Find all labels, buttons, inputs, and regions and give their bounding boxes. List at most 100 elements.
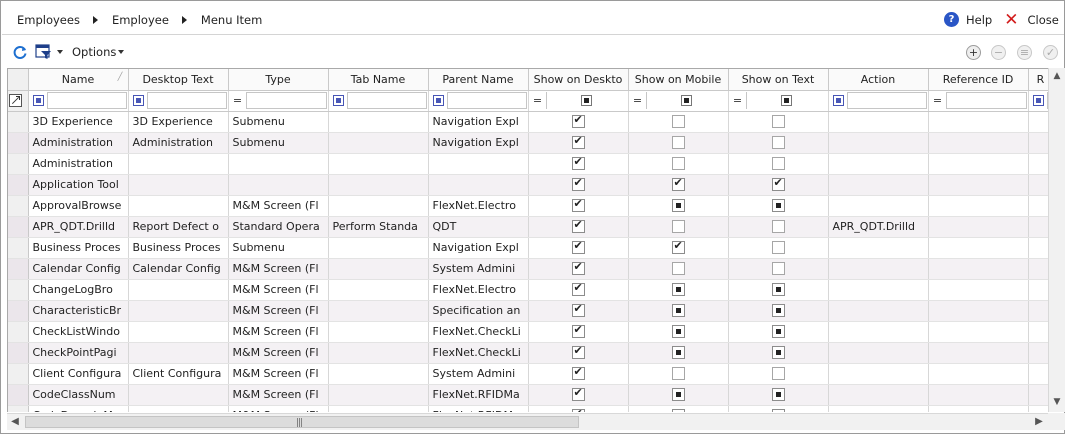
- show-on-text-checkbox[interactable]: [771, 136, 785, 150]
- scroll-up-icon[interactable]: ▲: [1049, 68, 1065, 84]
- cell-action[interactable]: [828, 342, 929, 364]
- show-on-mobile-checkbox[interactable]: [671, 346, 685, 360]
- row-selector[interactable]: [8, 342, 29, 364]
- cell-parent-name[interactable]: QDT: [428, 216, 529, 238]
- cell-reference-id[interactable]: [928, 174, 1029, 196]
- cell-type[interactable]: M&M Screen (Fl: [228, 384, 329, 406]
- filter-view-icon[interactable]: [35, 44, 53, 60]
- cell-reference-id[interactable]: [928, 342, 1029, 364]
- cell-desktop-text[interactable]: [128, 342, 229, 364]
- cell-action[interactable]: [828, 405, 929, 412]
- cell-parent-name[interactable]: FlexNet.CheckLi: [428, 342, 529, 364]
- cell-type[interactable]: M&M Screen (Fl: [228, 300, 329, 322]
- row-selector[interactable]: [8, 258, 29, 280]
- show-on-mobile-checkbox[interactable]: [671, 367, 685, 381]
- cell-type[interactable]: Submenu: [228, 132, 329, 154]
- cell-desktop-text[interactable]: [128, 405, 229, 412]
- table-row[interactable]: Application Tool: [8, 174, 1048, 196]
- cell-desktop-text[interactable]: Business Proces: [128, 237, 229, 259]
- cell-tab-name[interactable]: [328, 363, 429, 385]
- show-on-text-checkbox[interactable]: [771, 325, 785, 339]
- show-on-mobile-checkbox[interactable]: [671, 199, 685, 213]
- cell-action[interactable]: [828, 195, 929, 217]
- cell-desktop-text[interactable]: Report Defect o: [128, 216, 229, 238]
- cell-reference-id[interactable]: [928, 216, 1029, 238]
- cell-type[interactable]: M&M Screen (Fl: [228, 258, 329, 280]
- show-on-desktop-checkbox[interactable]: [571, 407, 585, 412]
- row-selector[interactable]: [8, 174, 29, 196]
- cell-reference-id[interactable]: [928, 258, 1029, 280]
- cell-name[interactable]: Administration: [28, 153, 129, 175]
- cell-r[interactable]: [1028, 195, 1048, 217]
- filter-input[interactable]: [346, 92, 427, 109]
- filter-input[interactable]: [446, 92, 527, 109]
- table-row[interactable]: CodeDomainMa M&M Screen (Fl FlexNet.RFIDMa: [8, 405, 1048, 412]
- cell-desktop-text[interactable]: Calendar Config: [128, 258, 229, 280]
- cell-r[interactable]: [1028, 132, 1048, 154]
- cell-reference-id[interactable]: [928, 405, 1029, 412]
- table-row[interactable]: CheckListWindo M&M Screen (Fl FlexNet.Chec…: [8, 321, 1048, 343]
- row-selector[interactable]: [8, 321, 29, 343]
- show-on-text-checkbox[interactable]: [771, 283, 785, 297]
- table-row[interactable]: ChangeLogBro M&M Screen (Fl FlexNet.Electr…: [8, 279, 1048, 301]
- show-on-desktop-checkbox[interactable]: [571, 302, 585, 318]
- table-row[interactable]: APR_QDT.Drilld Report Defect o Standard Op…: [8, 216, 1048, 238]
- cell-name[interactable]: Calendar Config: [28, 258, 129, 280]
- cell-tab-name[interactable]: [328, 258, 429, 280]
- options-caret-icon[interactable]: [118, 50, 124, 54]
- show-on-text-checkbox[interactable]: [771, 409, 785, 412]
- cell-tab-name[interactable]: [328, 384, 429, 406]
- close-button[interactable]: Close: [1027, 13, 1058, 27]
- column-header[interactable]: Show on Text: [728, 69, 829, 91]
- show-on-text-checkbox[interactable]: [771, 241, 785, 255]
- cell-action[interactable]: [828, 279, 929, 301]
- cell-r[interactable]: [1028, 384, 1048, 406]
- cell-type[interactable]: M&M Screen (Fl: [228, 342, 329, 364]
- cell-parent-name[interactable]: FlexNet.Electro: [428, 279, 529, 301]
- show-on-desktop-checkbox[interactable]: [571, 239, 585, 255]
- show-on-text-checkbox[interactable]: [771, 346, 785, 360]
- remove-row-icon[interactable]: −: [991, 45, 1006, 60]
- row-selector[interactable]: [8, 216, 29, 238]
- cell-desktop-text[interactable]: [128, 195, 229, 217]
- column-header[interactable]: R: [1028, 69, 1048, 91]
- cell-name[interactable]: Client Configura: [28, 363, 129, 385]
- column-header[interactable]: Show on Deskto: [528, 69, 629, 91]
- table-row[interactable]: 3D Experience 3D Experience Submenu Navigat…: [8, 111, 1048, 133]
- cell-r[interactable]: [1028, 363, 1048, 385]
- row-selector[interactable]: [8, 153, 29, 175]
- show-on-mobile-checkbox[interactable]: [671, 283, 685, 297]
- show-on-text-checkbox[interactable]: [771, 176, 785, 192]
- breadcrumb-employees[interactable]: Employees: [17, 13, 80, 27]
- show-on-desktop-checkbox[interactable]: [571, 281, 585, 297]
- cell-name[interactable]: CodeDomainMa: [28, 405, 129, 412]
- cell-action[interactable]: APR_QDT.Drilld: [828, 216, 929, 238]
- row-selector[interactable]: [8, 384, 29, 406]
- show-on-desktop-checkbox[interactable]: [571, 197, 585, 213]
- filter-operator-icon[interactable]: =: [530, 94, 546, 107]
- details-icon[interactable]: ≡: [1017, 45, 1032, 60]
- cell-tab-name[interactable]: [328, 153, 429, 175]
- scroll-right-icon[interactable]: ▶: [1031, 414, 1047, 430]
- show-on-mobile-checkbox[interactable]: [671, 176, 685, 192]
- show-on-mobile-checkbox[interactable]: [671, 262, 685, 276]
- filter-operator-icon[interactable]: [132, 95, 144, 106]
- show-on-text-checkbox[interactable]: [771, 157, 785, 171]
- help-button[interactable]: Help: [966, 13, 992, 27]
- cell-r[interactable]: [1028, 342, 1048, 364]
- cell-tab-name[interactable]: [328, 111, 429, 133]
- cell-reference-id[interactable]: [928, 153, 1029, 175]
- cell-type[interactable]: Standard Opera: [228, 216, 329, 238]
- cell-type[interactable]: [228, 174, 329, 196]
- show-on-desktop-checkbox[interactable]: [571, 218, 585, 234]
- show-on-desktop-checkbox[interactable]: [571, 113, 585, 129]
- clear-filter-icon[interactable]: [9, 93, 22, 107]
- cell-action[interactable]: [828, 132, 929, 154]
- cell-reference-id[interactable]: [928, 111, 1029, 133]
- help-icon[interactable]: ?: [944, 12, 959, 27]
- cell-type[interactable]: M&M Screen (Fl: [228, 363, 329, 385]
- column-header[interactable]: Desktop Text: [128, 69, 229, 91]
- cell-name[interactable]: ApprovalBrowse: [28, 195, 129, 217]
- column-header[interactable]: Action: [828, 69, 929, 91]
- table-row[interactable]: Client Configura Client Configura M&M Scre…: [8, 363, 1048, 385]
